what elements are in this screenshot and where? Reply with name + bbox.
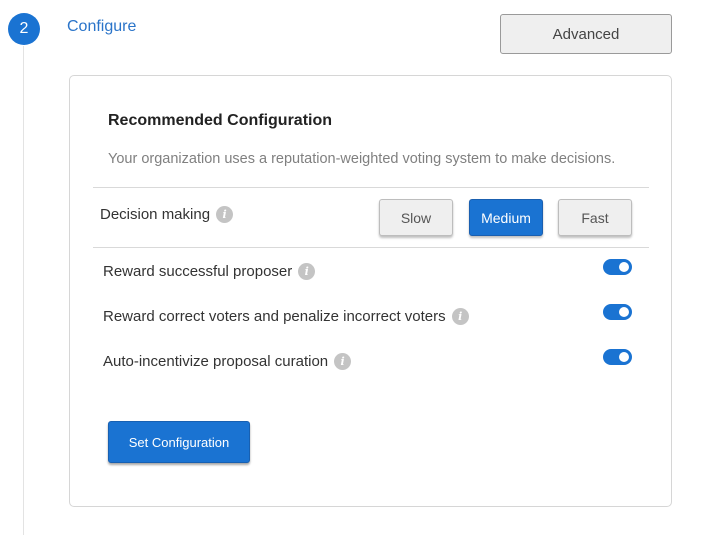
toggle-row-reward-proposer: Reward successful proposer i	[103, 263, 316, 280]
toggle-label: Auto-incentivize proposal curation	[103, 353, 329, 370]
info-icon[interactable]: i	[451, 308, 469, 325]
reward-voters-toggle[interactable]	[603, 304, 632, 320]
recommended-configuration-card: Recommended Configuration Your organizat…	[69, 75, 672, 507]
speed-option-fast[interactable]: Fast	[558, 199, 632, 236]
reward-proposer-toggle[interactable]	[603, 259, 632, 275]
card-description: Your organization uses a reputation-weig…	[108, 151, 616, 167]
toggle-row-auto-incentivize: Auto-incentivize proposal curation i	[103, 353, 352, 370]
card-title: Recommended Configuration	[108, 112, 333, 129]
toggle-knob	[619, 352, 629, 362]
decision-making-label: Decision making	[100, 206, 211, 223]
toggle-label: Reward successful proposer	[103, 263, 293, 280]
toggle-row-reward-voters: Reward correct voters and penalize incor…	[103, 308, 469, 325]
decision-making-row: Decision making i	[100, 206, 234, 223]
info-icon[interactable]: i	[216, 206, 234, 223]
step-connector-line	[23, 46, 24, 535]
toggle-knob	[619, 307, 629, 317]
info-icon[interactable]: i	[334, 353, 352, 370]
step-number-badge: 2	[8, 13, 40, 45]
step-title: Configure	[67, 18, 137, 35]
advanced-button[interactable]: Advanced	[500, 14, 672, 54]
divider	[93, 247, 649, 248]
speed-option-slow[interactable]: Slow	[379, 199, 453, 236]
speed-option-medium[interactable]: Medium	[469, 199, 543, 236]
toggle-knob	[619, 262, 629, 272]
set-configuration-button[interactable]: Set Configuration	[108, 421, 250, 463]
info-icon[interactable]: i	[298, 263, 316, 280]
divider	[93, 187, 649, 188]
toggle-label: Reward correct voters and penalize incor…	[103, 308, 446, 325]
auto-incentivize-toggle[interactable]	[603, 349, 632, 365]
